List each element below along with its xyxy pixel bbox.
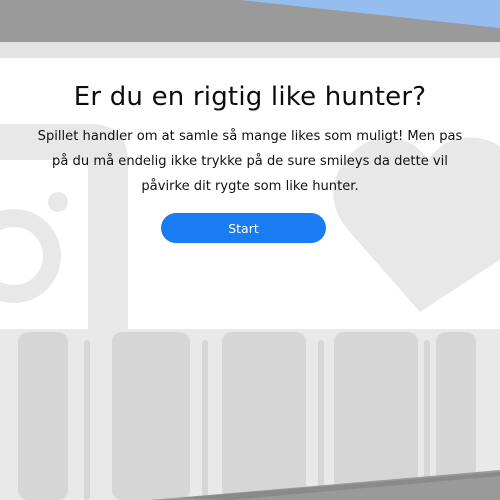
start-button[interactable]: Start	[161, 213, 326, 243]
intro-description: Spillet handler om at samle så mange lik…	[37, 129, 463, 194]
intro-title: Er du en rigtig like hunter?	[73, 82, 427, 112]
film-strip-icon	[18, 332, 476, 500]
background-scene	[0, 0, 500, 500]
